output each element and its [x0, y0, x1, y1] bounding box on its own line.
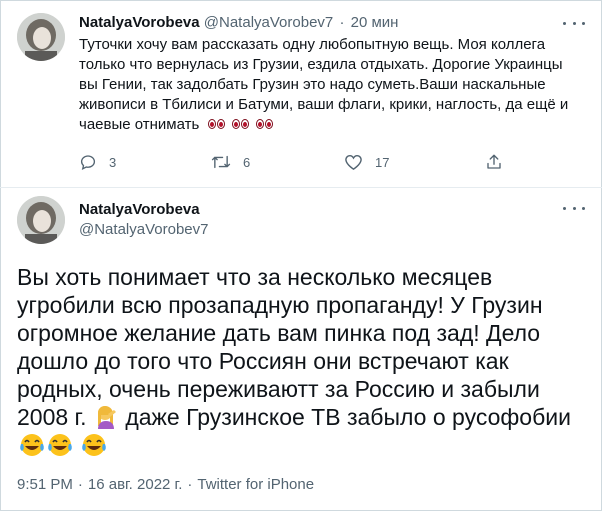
like-button[interactable]: 17	[344, 152, 389, 172]
main-more-icon[interactable]	[563, 202, 585, 214]
main-avatar[interactable]	[17, 196, 65, 244]
reply-action-bar: 3 6 17	[79, 152, 519, 172]
avatar-photo	[17, 196, 65, 244]
reply-handle[interactable]: @NatalyaVorobev7	[204, 14, 333, 31]
avatar-photo	[17, 13, 65, 61]
tears-of-joy-emoji	[81, 432, 107, 458]
like-count: 17	[375, 154, 390, 170]
share-button[interactable]	[485, 152, 503, 172]
main-handle[interactable]: @NatalyaVorobev7	[79, 220, 208, 240]
share-icon	[487, 154, 501, 169]
tears-of-joy-emoji	[47, 432, 73, 458]
main-display-name[interactable]: NatalyaVorobeva	[79, 200, 200, 220]
tears-of-joy-emoji	[19, 432, 45, 458]
reply-header: NatalyaVorobeva @NatalyaVorobev7 · 20 ми…	[79, 13, 398, 33]
tweet-time[interactable]: 9:51 PM	[17, 476, 73, 493]
reply-body: Туточки хочу вам рассказать одну любопыт…	[79, 35, 579, 135]
reply-icon	[80, 155, 96, 170]
reply-display-name[interactable]: NatalyaVorobeva	[79, 14, 200, 31]
tweet-divider	[0, 187, 602, 188]
tweet-date[interactable]: 16 авг. 2022 г.	[88, 476, 182, 493]
reply-dot: ·	[339, 14, 345, 31]
main-body: Вы хоть понимает что за несколько месяце…	[17, 263, 577, 459]
reply-count: 3	[109, 154, 117, 170]
tweet-source[interactable]: Twitter for iPhone	[197, 476, 314, 493]
retweet-count: 6	[243, 154, 251, 170]
reply-time[interactable]: 20 мин	[351, 14, 399, 31]
reply-button[interactable]: 3	[79, 152, 116, 172]
eyes-emoji	[207, 115, 280, 135]
reply-avatar[interactable]	[17, 13, 65, 61]
retweet-icon	[211, 155, 231, 169]
retweet-button[interactable]: 6	[211, 152, 250, 172]
reply-text: Туточки хочу вам рассказать одну любопыт…	[79, 36, 569, 133]
like-icon	[345, 154, 362, 170]
meta-dot: ·	[77, 476, 83, 493]
reply-more-icon[interactable]	[563, 17, 585, 29]
woman-facepalm-emoji	[95, 405, 117, 429]
main-text-part-2: даже Грузинское ТВ забыло о русофобии	[125, 404, 571, 430]
tweet-meta: 9:51 PM · 16 авг. 2022 г. · Twitter for iPho…	[17, 475, 314, 495]
meta-dot: ·	[187, 476, 193, 493]
